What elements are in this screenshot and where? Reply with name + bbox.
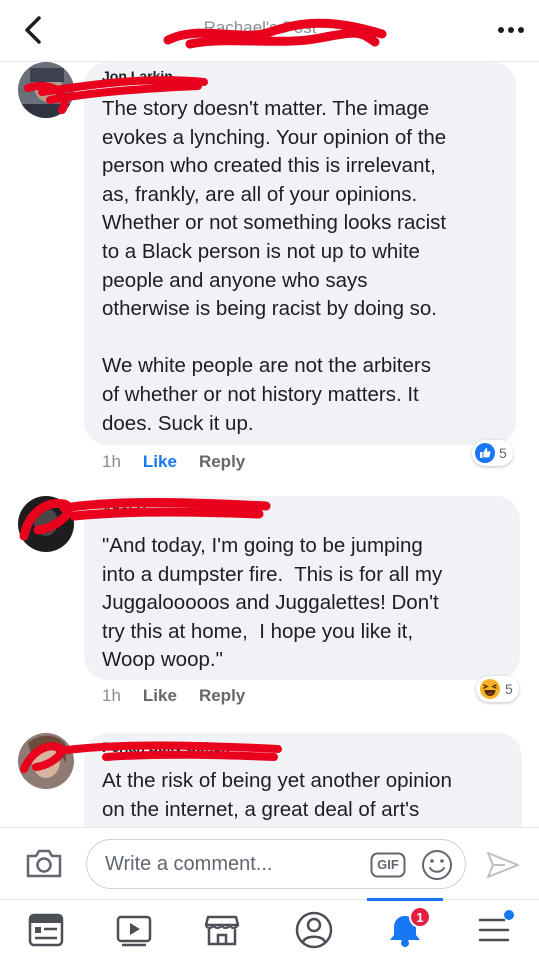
reply-button[interactable]: Reply xyxy=(199,452,245,471)
profile-icon xyxy=(295,911,333,949)
comment-timestamp: 1h xyxy=(102,452,121,471)
comment-input[interactable] xyxy=(86,839,466,889)
comment-meta: 1h Like Reply xyxy=(102,452,245,472)
active-tab-indicator xyxy=(367,898,443,901)
reaction-count: 5 xyxy=(505,681,513,697)
menu-notification-dot xyxy=(504,910,514,920)
comment-author[interactable]: Perian Sully Cohen xyxy=(102,739,230,755)
comment-text: At the risk of being yet another opinion… xyxy=(102,769,452,821)
comment-bubble[interactable]: Abel Hernandez "And today, I'm going to … xyxy=(84,496,520,680)
page-title: Rachael's Post xyxy=(203,18,317,37)
tab-profile[interactable] xyxy=(284,906,344,954)
comment-bubble[interactable]: Perian Sully Cohen At the risk of being … xyxy=(84,733,522,827)
tab-watch[interactable] xyxy=(104,906,164,954)
like-button[interactable]: Like xyxy=(143,686,177,705)
gif-label: GIF xyxy=(377,857,399,872)
thumbs-up-icon xyxy=(475,443,495,463)
reaction-summary[interactable]: 5 xyxy=(476,676,519,702)
comment-item: Jon Larkin The story doesn't matter. The… xyxy=(0,62,539,482)
comment-item: Perian Sully Cohen At the risk of being … xyxy=(0,733,539,827)
send-button[interactable] xyxy=(485,850,521,880)
comment-author[interactable]: Abel Hernandez xyxy=(102,502,208,518)
comment-author[interactable]: Jon Larkin xyxy=(102,68,173,84)
like-button[interactable]: Like xyxy=(143,452,177,471)
send-icon xyxy=(487,852,519,878)
more-options-button[interactable] xyxy=(493,18,529,42)
tab-notifications[interactable]: 1 xyxy=(375,906,435,954)
avatar[interactable] xyxy=(18,733,74,789)
comment-bubble[interactable]: Jon Larkin The story doesn't matter. The… xyxy=(84,62,516,445)
comment-meta: 1h Like Reply xyxy=(102,686,245,706)
reply-button[interactable]: Reply xyxy=(199,686,245,705)
comment-text: The story doesn't matter. The image evok… xyxy=(102,97,447,435)
post-header: Rachael's Post xyxy=(0,0,539,62)
more-dots-icon xyxy=(498,27,524,33)
smiley-icon xyxy=(422,850,452,880)
comment-item: Abel Hernandez "And today, I'm going to … xyxy=(0,496,539,716)
tab-marketplace[interactable] xyxy=(192,906,252,954)
reaction-count: 5 xyxy=(499,445,507,461)
camera-button[interactable] xyxy=(24,845,64,881)
comment-composer: GIF xyxy=(0,827,539,899)
camera-icon xyxy=(26,849,62,878)
reaction-summary[interactable]: 5 xyxy=(472,440,513,466)
emoji-button[interactable] xyxy=(420,848,454,882)
news-feed-icon xyxy=(28,913,64,947)
comment-timestamp: 1h xyxy=(102,686,121,705)
watch-icon xyxy=(116,915,152,947)
bottom-tab-bar: 1 xyxy=(0,898,539,960)
back-button[interactable] xyxy=(14,10,54,50)
comment-text: "And today, I'm going to be jumping into… xyxy=(102,534,443,672)
gif-button[interactable]: GIF xyxy=(370,852,406,878)
tab-menu[interactable] xyxy=(464,906,524,954)
laughing-emoji-icon xyxy=(480,679,500,699)
tab-news-feed[interactable] xyxy=(16,906,76,954)
chevron-left-icon xyxy=(25,16,41,44)
avatar[interactable] xyxy=(18,496,74,552)
notification-badge: 1 xyxy=(409,906,431,928)
avatar[interactable] xyxy=(18,62,74,118)
marketplace-icon xyxy=(204,915,240,946)
